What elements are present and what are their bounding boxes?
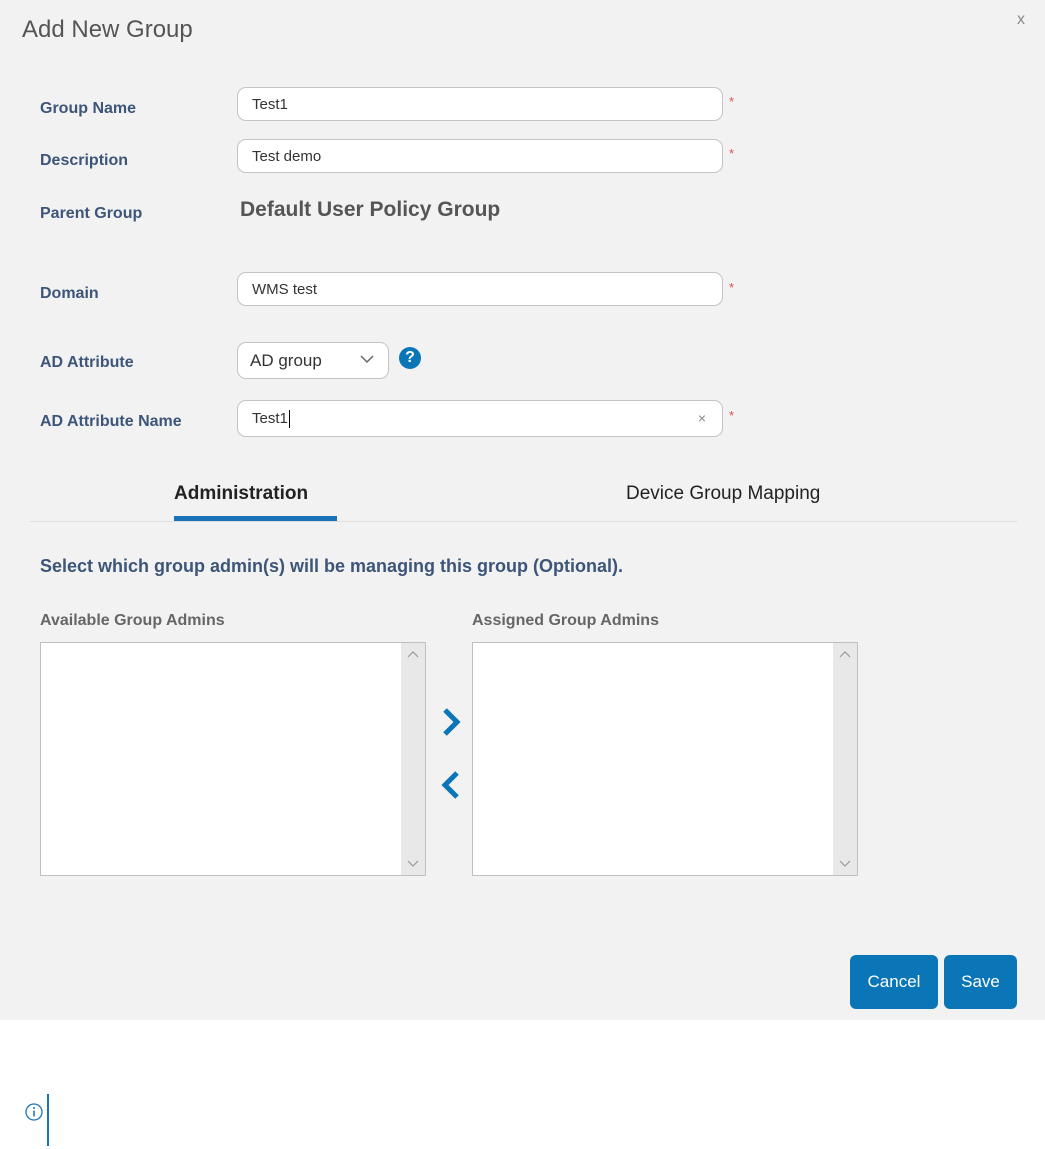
chevron-down-icon xyxy=(360,355,374,364)
help-icon[interactable]: ? xyxy=(399,347,421,369)
assigned-admins-label: Assigned Group Admins xyxy=(472,612,659,629)
ad-attribute-name-label: AD Attribute Name xyxy=(40,413,182,430)
available-admins-list[interactable] xyxy=(40,642,426,876)
scroll-up-icon[interactable] xyxy=(407,649,419,661)
required-marker: * xyxy=(729,280,735,295)
chevron-right-icon[interactable] xyxy=(438,707,464,737)
ad-attribute-name-input[interactable]: Test1 × xyxy=(237,400,723,437)
description-input[interactable] xyxy=(237,139,723,173)
save-button[interactable]: Save xyxy=(944,955,1017,1009)
ad-attribute-select[interactable]: AD group xyxy=(237,342,389,379)
description-label: Description xyxy=(40,152,129,169)
assigned-admins-list[interactable] xyxy=(472,642,858,876)
group-name-label: Group Name xyxy=(40,100,137,117)
add-group-dialog: Add New Group x Group Name * Description… xyxy=(0,0,1045,1020)
ad-attribute-name-value: Test1 xyxy=(252,410,288,427)
tab-divider xyxy=(30,521,1017,522)
cancel-button[interactable]: Cancel xyxy=(850,955,938,1009)
tab-administration[interactable]: Administration xyxy=(174,483,308,505)
scroll-up-icon[interactable] xyxy=(839,649,851,661)
text-caret xyxy=(288,410,290,429)
dialog-title: Add New Group xyxy=(22,16,193,43)
domain-input[interactable] xyxy=(237,272,723,306)
available-admins-label: Available Group Admins xyxy=(40,612,225,629)
domain-label: Domain xyxy=(40,285,99,302)
scroll-down-icon[interactable] xyxy=(407,857,419,869)
info-note-bar xyxy=(47,1094,49,1146)
clear-icon[interactable]: × xyxy=(698,401,706,436)
group-name-input[interactable] xyxy=(237,87,723,121)
parent-group-value: Default User Policy Group xyxy=(240,198,501,221)
required-marker: * xyxy=(729,408,735,423)
close-icon[interactable]: x xyxy=(1017,11,1025,29)
scrollbar[interactable] xyxy=(401,643,425,875)
scroll-down-icon[interactable] xyxy=(839,857,851,869)
chevron-left-icon[interactable] xyxy=(438,770,464,800)
tab-device-group-mapping[interactable]: Device Group Mapping xyxy=(626,483,820,505)
admin-instruction: Select which group admin(s) will be mana… xyxy=(40,556,624,576)
required-marker: * xyxy=(729,146,735,161)
info-circle-icon xyxy=(25,1103,43,1121)
ad-attribute-selected: AD group xyxy=(250,351,322,370)
parent-group-label: Parent Group xyxy=(40,205,143,222)
ad-attribute-label: AD Attribute xyxy=(40,354,134,371)
scrollbar[interactable] xyxy=(833,643,857,875)
required-marker: * xyxy=(729,94,735,109)
